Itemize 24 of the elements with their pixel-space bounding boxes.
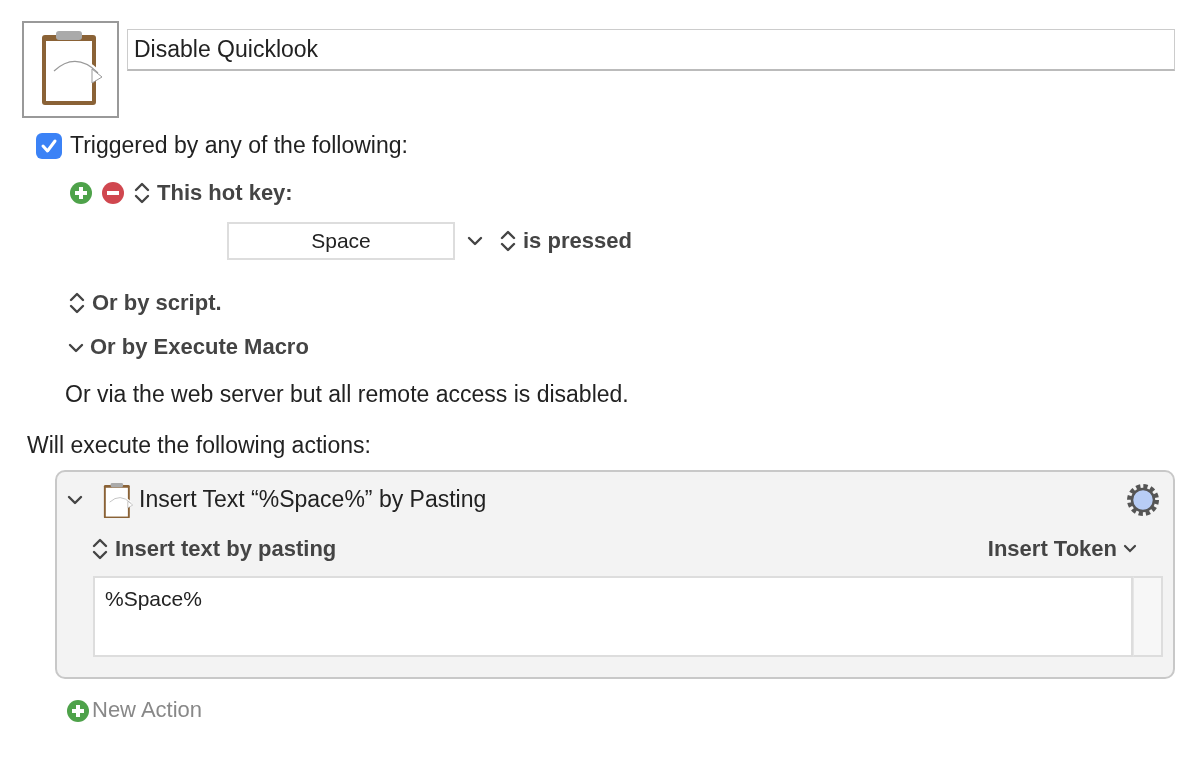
updown-icon (91, 537, 109, 562)
updown-icon (499, 228, 517, 253)
add-icon[interactable] (69, 180, 93, 205)
actions-heading: Will execute the following actions: (27, 432, 372, 460)
action-mode-popup[interactable]: Insert text by pasting (91, 535, 337, 563)
condition-popup[interactable]: is pressed (499, 227, 632, 255)
new-action-button[interactable]: New Action (66, 697, 203, 724)
trigger-label: Triggered by any of the following: (70, 132, 408, 160)
add-icon (66, 698, 90, 723)
trigger-popup[interactable]: Or by script. (68, 290, 222, 317)
remove-icon[interactable] (101, 180, 125, 205)
disclosure-toggle[interactable]: Or by Execute Macro (68, 334, 309, 361)
trigger-checkbox[interactable] (36, 132, 62, 159)
text-area[interactable]: %Space% (93, 576, 1134, 658)
scroll-bar[interactable] (1133, 576, 1163, 658)
hot-key-field[interactable]: Space (227, 222, 455, 260)
trigger-type-popup[interactable]: This hot key: (133, 179, 293, 206)
action-title: Insert Text “%Space%” by Pasting (139, 486, 487, 514)
updown-icon (133, 180, 151, 205)
web-server-note: Or via the web server but all remote access is disabled. (65, 380, 630, 409)
macro-icon-well[interactable] (22, 21, 119, 118)
insert-token-menu[interactable]: Insert Token (987, 535, 1137, 563)
macro-name-field[interactable]: Disable Quicklook (127, 29, 1175, 71)
updown-icon (68, 291, 86, 316)
